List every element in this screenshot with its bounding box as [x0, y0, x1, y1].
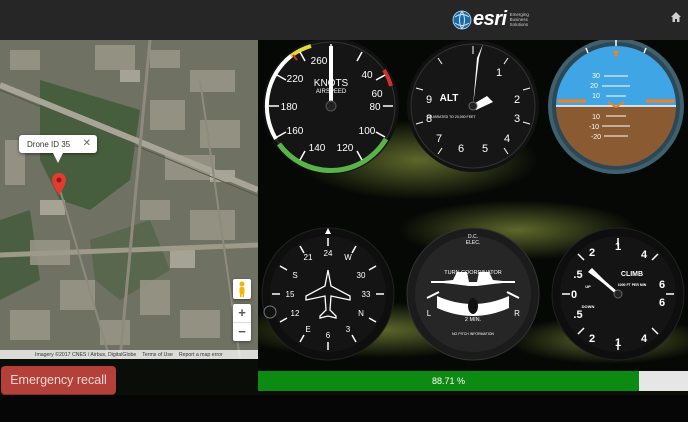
altimeter-tick: 1 [496, 67, 502, 79]
report-error-link[interactable]: Report a map error [179, 352, 223, 358]
altimeter-tick: 4 [504, 133, 510, 145]
popup-title: Drone ID 35 [27, 139, 71, 149]
airspeed-indicator: 260 40 220 60 180 80 160 100 140 120 KNO… [263, 40, 399, 174]
pitch-label: 20 [590, 83, 598, 90]
altimeter-tick: 3 [514, 113, 520, 125]
zoom-in-button[interactable]: + [233, 304, 251, 322]
vsi-tick: .5 [573, 309, 582, 321]
mission-progress-bar: 88.71 % [258, 371, 688, 391]
altimeter: 1 2 3 4 5 6 7 8 9 ALT CALIBRATED TO 20,0… [407, 40, 539, 172]
vsi-sub-label: 1000 FT PER MIN [618, 283, 647, 287]
satellite-map[interactable]: Drone ID 35 ✕ + − Imagery ©2017 CNES / A… [0, 40, 258, 359]
bottom-strip [0, 395, 688, 422]
turn-right-label: R [514, 309, 520, 318]
airspeed-tick: 220 [287, 74, 304, 85]
flight-instruments-panel: 260 40 220 60 180 80 160 100 140 120 KNO… [258, 40, 688, 370]
heading-tick: 6 [326, 331, 331, 340]
altimeter-subcaption: CALIBRATED TO 20,000 FEET [426, 115, 476, 119]
imagery-credit: Imagery ©2017 CNES / Airbus, DigitalGlob… [35, 351, 137, 358]
turn-caption: TURN COORDINATOR [444, 270, 502, 276]
heading-indicator: 21 24 W 30 33 N 3 6 E 12 15 S [261, 227, 395, 361]
heading-tick: N [358, 309, 364, 318]
inclinometer-ball [468, 298, 478, 314]
vertical-speed-indicator: 2 .5 0 .5 2 4 6 6 4 1 1 CLIMB UP DOWN 10… [551, 227, 685, 361]
globe-icon [452, 10, 472, 29]
pegman-icon [239, 281, 245, 297]
turn-coordinator: D.C. ELEC. TURN COORDINATOR L R 2 MIN. N… [406, 227, 540, 361]
airspeed-tick: 100 [359, 126, 376, 137]
airspeed-tick: 120 [337, 143, 354, 154]
altimeter-tick: 6 [458, 143, 464, 155]
airspeed-tick: 260 [311, 56, 328, 67]
vsi-tick: 1 [615, 337, 621, 349]
turn-footer: NO PITCH INFORMATION [452, 332, 494, 336]
popup-tail [53, 153, 63, 163]
zoom-out-button[interactable]: − [233, 322, 251, 341]
heading-knob-icon[interactable] [263, 305, 277, 319]
altimeter-tick: 9 [426, 94, 432, 106]
instrument-cluster: 260 40 220 60 180 80 160 100 140 120 KNO… [258, 40, 688, 364]
airspeed-needle [329, 46, 333, 108]
heading-tick: 24 [324, 249, 333, 258]
airspeed-tick: 140 [309, 143, 326, 154]
vsi-tick: 1 [615, 241, 621, 253]
heading-tick: 15 [286, 290, 295, 299]
home-icon[interactable] [670, 11, 682, 23]
vsi-tick: 0 [571, 289, 577, 301]
heading-tick: 33 [362, 290, 371, 299]
heading-tick: E [305, 325, 310, 334]
location-pin-icon[interactable] [52, 173, 66, 195]
pitch-label: -20 [591, 134, 601, 141]
zoom-control: + − [233, 304, 251, 341]
top-bar: esri Emerging Business Solutions [0, 0, 688, 41]
airspeed-tick: 60 [371, 89, 383, 100]
altimeter-caption: ALT [440, 93, 459, 104]
heading-tick: W [344, 253, 352, 262]
street-view-pegman[interactable] [233, 279, 251, 299]
pitch-label: -10 [589, 124, 599, 131]
altimeter-tick: 7 [436, 133, 442, 145]
vsi-tick: 2 [589, 247, 595, 259]
turn-sub-label: 2 MIN. [465, 317, 482, 323]
drone-popup: Drone ID 35 ✕ [19, 135, 97, 153]
vsi-down-label: DOWN [582, 304, 595, 309]
emergency-recall-button[interactable]: Emergency recall [1, 366, 116, 395]
altimeter-tick: 2 [514, 94, 520, 106]
turn-top-label: ELEC. [466, 240, 480, 246]
heading-tick: S [292, 271, 297, 280]
map-imagery[interactable] [0, 40, 258, 359]
popup-close-button[interactable]: ✕ [83, 139, 91, 149]
vsi-tick: 2 [589, 333, 595, 345]
map-attribution: Imagery ©2017 CNES / Airbus, DigitalGlob… [0, 350, 258, 359]
pitch-label: 10 [592, 114, 600, 121]
vsi-tick: .5 [573, 269, 582, 281]
turn-left-label: L [427, 309, 432, 318]
pitch-label: 30 [592, 73, 600, 80]
heading-tick: 21 [304, 253, 313, 262]
pitch-label: 10 [592, 93, 600, 100]
airspeed-tick: 160 [287, 126, 304, 137]
vsi-up-label: UP [585, 284, 591, 289]
altimeter-tick: 5 [482, 143, 488, 155]
esri-logo: esri Emerging Business Solutions [452, 8, 544, 31]
airspeed-tick: 180 [281, 102, 298, 113]
brand-tagline: Emerging Business Solutions [509, 12, 529, 27]
progress-label: 88.71 % [431, 376, 466, 386]
attitude-indicator: 30 20 10 10 -10 -20 [548, 40, 684, 174]
vsi-caption: CLIMB [621, 271, 643, 278]
vsi-tick: 6 [659, 279, 665, 291]
brand-name: esri [473, 8, 507, 30]
vsi-tick: 4 [641, 333, 648, 345]
vsi-tick: 4 [641, 249, 648, 261]
heading-tick: 12 [291, 309, 300, 318]
vsi-tick: 6 [659, 297, 665, 309]
heading-tick: 30 [357, 271, 366, 280]
heading-tick: 3 [346, 325, 351, 334]
airspeed-tick: 40 [361, 70, 373, 81]
airspeed-tick: 80 [369, 102, 381, 113]
terms-link[interactable]: Terms of Use [142, 352, 173, 358]
